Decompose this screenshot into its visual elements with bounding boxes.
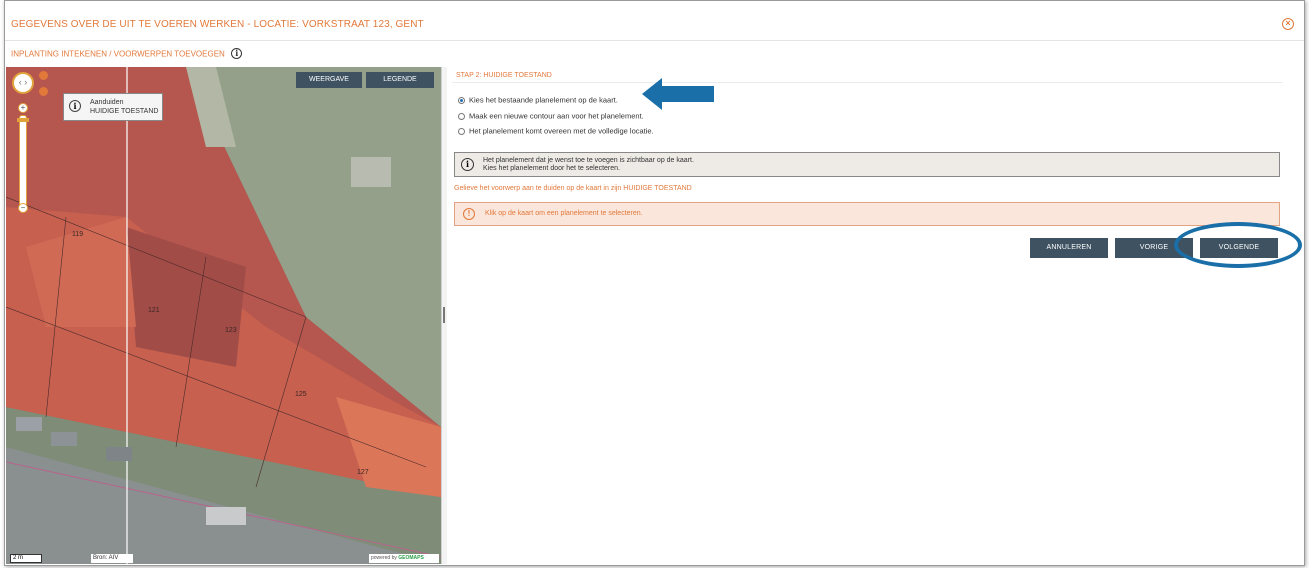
radio-button[interactable] — [458, 127, 465, 135]
arrow-left-icon — [642, 78, 714, 110]
divider — [452, 82, 1283, 83]
info-icon: i — [461, 158, 474, 171]
powered-by-brand: GEOMAPS — [398, 555, 424, 561]
zoom-out-icon[interactable]: − — [18, 203, 28, 213]
warning-box: ! Klik op de kaart om een planelement te… — [454, 202, 1280, 226]
legende-button[interactable]: LEGENDE — [366, 72, 434, 88]
powered-by-text: powered by — [371, 555, 397, 561]
map-view[interactable]: 119 121 123 125 127 WEERGAVE LEGENDE ‹ ›… — [6, 67, 441, 564]
info-line: Kies het planelement door het te selecte… — [483, 165, 620, 172]
pan-control-icon[interactable]: ‹ › — [12, 72, 34, 94]
info-icon[interactable]: i — [231, 48, 243, 60]
option-label: Kies het bestaande planelement op de kaa… — [469, 95, 618, 105]
option-select-existing[interactable]: Kies het bestaande planelement op de kaa… — [458, 95, 618, 105]
breadcrumb: INPLANTING INTEKENEN / VOORWERPEN TOEVOE… — [11, 45, 243, 60]
cancel-button[interactable]: ANNULEREN — [1030, 238, 1108, 258]
highlight-ring — [1174, 222, 1302, 268]
info-box: i Het planelement dat je wenst toe te vo… — [454, 152, 1280, 177]
map-tooltip: i Aanduiden HUIDIGE TOESTAND — [63, 93, 163, 121]
radio-button[interactable] — [458, 112, 465, 120]
locate-pin-icon[interactable] — [39, 71, 48, 80]
house-number: 119 — [72, 231, 84, 238]
house-number: 123 — [225, 327, 237, 334]
close-icon[interactable]: × — [1282, 18, 1294, 30]
tooltip-line: HUIDIGE TOESTAND — [90, 108, 159, 115]
zoom-in-icon[interactable]: + — [18, 103, 28, 113]
option-new-contour[interactable]: Maak een nieuwe contour aan voor het pla… — [458, 111, 644, 121]
radio-button[interactable] — [458, 96, 465, 104]
splitter-handle[interactable] — [443, 307, 445, 323]
house-number: 125 — [295, 391, 307, 398]
info-text: Het planelement dat je wenst toe te voeg… — [483, 157, 694, 173]
zoom-slider[interactable] — [17, 115, 29, 207]
option-label: Maak een nieuwe contour aan voor het pla… — [469, 111, 644, 121]
warning-icon: ! — [463, 208, 475, 220]
map-source: Bron: AIV — [91, 554, 133, 563]
dialog-title: GEGEVENS OVER DE UIT TE VOEREN WERKEN - … — [11, 19, 424, 30]
house-number: 127 — [357, 469, 369, 476]
tooltip-line: Aanduiden — [90, 99, 124, 106]
warning-text: Klik op de kaart om een planelement te s… — [485, 210, 643, 217]
weergave-button[interactable]: WEERGAVE — [296, 72, 362, 88]
instruction-text: Gelieve het voorwerp aan te duiden op de… — [454, 185, 692, 192]
info-line: Het planelement dat je wenst toe te voeg… — [483, 157, 694, 164]
page-subtitle: INPLANTING INTEKENEN / VOORWERPEN TOEVOE… — [11, 49, 225, 59]
powered-by: powered by GEOMAPS — [369, 554, 439, 563]
marker-pin-icon[interactable] — [39, 87, 48, 96]
tooltip-text: Aanduiden HUIDIGE TOESTAND — [90, 98, 158, 116]
info-icon: i — [69, 100, 81, 112]
aerial-map-image — [6, 67, 441, 564]
zoom-slider-thumb[interactable] — [17, 118, 29, 122]
scale-bar: 2 m — [10, 554, 42, 563]
option-label: Het planelement komt overeen met de voll… — [469, 126, 654, 136]
panel-splitter[interactable] — [441, 67, 447, 564]
option-full-location[interactable]: Het planelement komt overeen met de voll… — [458, 126, 654, 136]
house-number: 121 — [148, 307, 160, 314]
dialog-titlebar: GEGEVENS OVER DE UIT TE VOEREN WERKEN - … — [5, 9, 1304, 41]
step-title: STAP 2: HUIDIGE TOESTAND — [456, 72, 552, 79]
